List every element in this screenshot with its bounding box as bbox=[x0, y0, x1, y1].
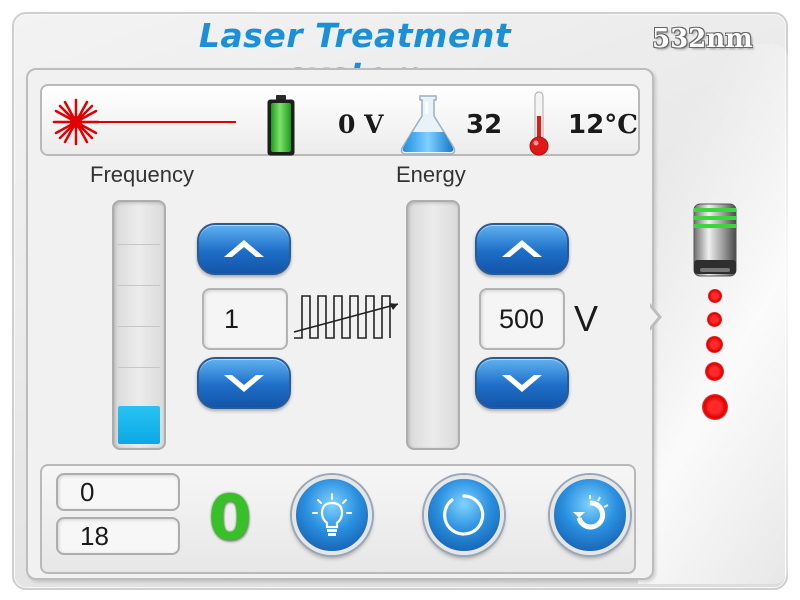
standby-button[interactable] bbox=[424, 475, 504, 555]
gauge-tick bbox=[118, 244, 160, 245]
thermometer-icon bbox=[529, 91, 549, 156]
voltage-readout: 0 V bbox=[338, 110, 384, 139]
frequency-value-field[interactable]: 1 bbox=[202, 288, 288, 350]
pulse-train-icon bbox=[293, 295, 399, 339]
gauge-tick bbox=[118, 367, 160, 368]
laser-dot bbox=[702, 394, 728, 420]
frequency-gauge bbox=[112, 200, 166, 450]
gauge-tick bbox=[118, 326, 160, 327]
laser-dot bbox=[707, 312, 722, 327]
frequency-gauge-fill bbox=[118, 406, 160, 444]
temperature-value: 12 bbox=[568, 110, 605, 140]
power-ring-icon bbox=[443, 494, 485, 536]
frequency-up-button[interactable] bbox=[197, 223, 291, 275]
chevron-down-icon bbox=[502, 375, 542, 392]
chevron-down-icon bbox=[224, 375, 264, 392]
battery-full-icon bbox=[267, 95, 295, 156]
laser-dot bbox=[705, 362, 724, 381]
energy-up-button[interactable] bbox=[475, 223, 569, 275]
ready-indicator: 0 bbox=[208, 481, 252, 554]
counter-top: 0 bbox=[56, 473, 180, 511]
reset-button[interactable] bbox=[550, 475, 630, 555]
counter-bottom: 18 bbox=[56, 517, 180, 555]
energy-unit-label: V bbox=[574, 298, 599, 339]
energy-label: Energy bbox=[396, 162, 466, 187]
temperature-readout: 12°C bbox=[568, 110, 638, 140]
energy-down-button[interactable] bbox=[475, 357, 569, 409]
laser-beam-icon bbox=[52, 98, 236, 146]
chevron-up-icon bbox=[502, 240, 542, 257]
frequency-down-button[interactable] bbox=[197, 357, 291, 409]
water-flask-icon bbox=[400, 95, 456, 155]
laser-dot bbox=[706, 336, 723, 353]
chevron-up-icon bbox=[224, 240, 264, 257]
laser-dot bbox=[708, 289, 722, 303]
handpiece-icon bbox=[693, 203, 737, 277]
panel-pointer bbox=[648, 303, 662, 331]
refresh-icon bbox=[573, 495, 609, 530]
energy-gauge bbox=[406, 200, 460, 450]
temperature-unit: °C bbox=[604, 110, 638, 140]
wavelength-label: 532nm bbox=[652, 24, 753, 54]
water-level-readout: 32 bbox=[466, 110, 503, 140]
energy-value-field[interactable]: 500 bbox=[479, 288, 565, 350]
light-button[interactable] bbox=[292, 475, 372, 555]
frequency-label: Frequency bbox=[90, 162, 194, 187]
light-bulb-icon bbox=[312, 493, 352, 536]
gauge-tick bbox=[118, 285, 160, 286]
